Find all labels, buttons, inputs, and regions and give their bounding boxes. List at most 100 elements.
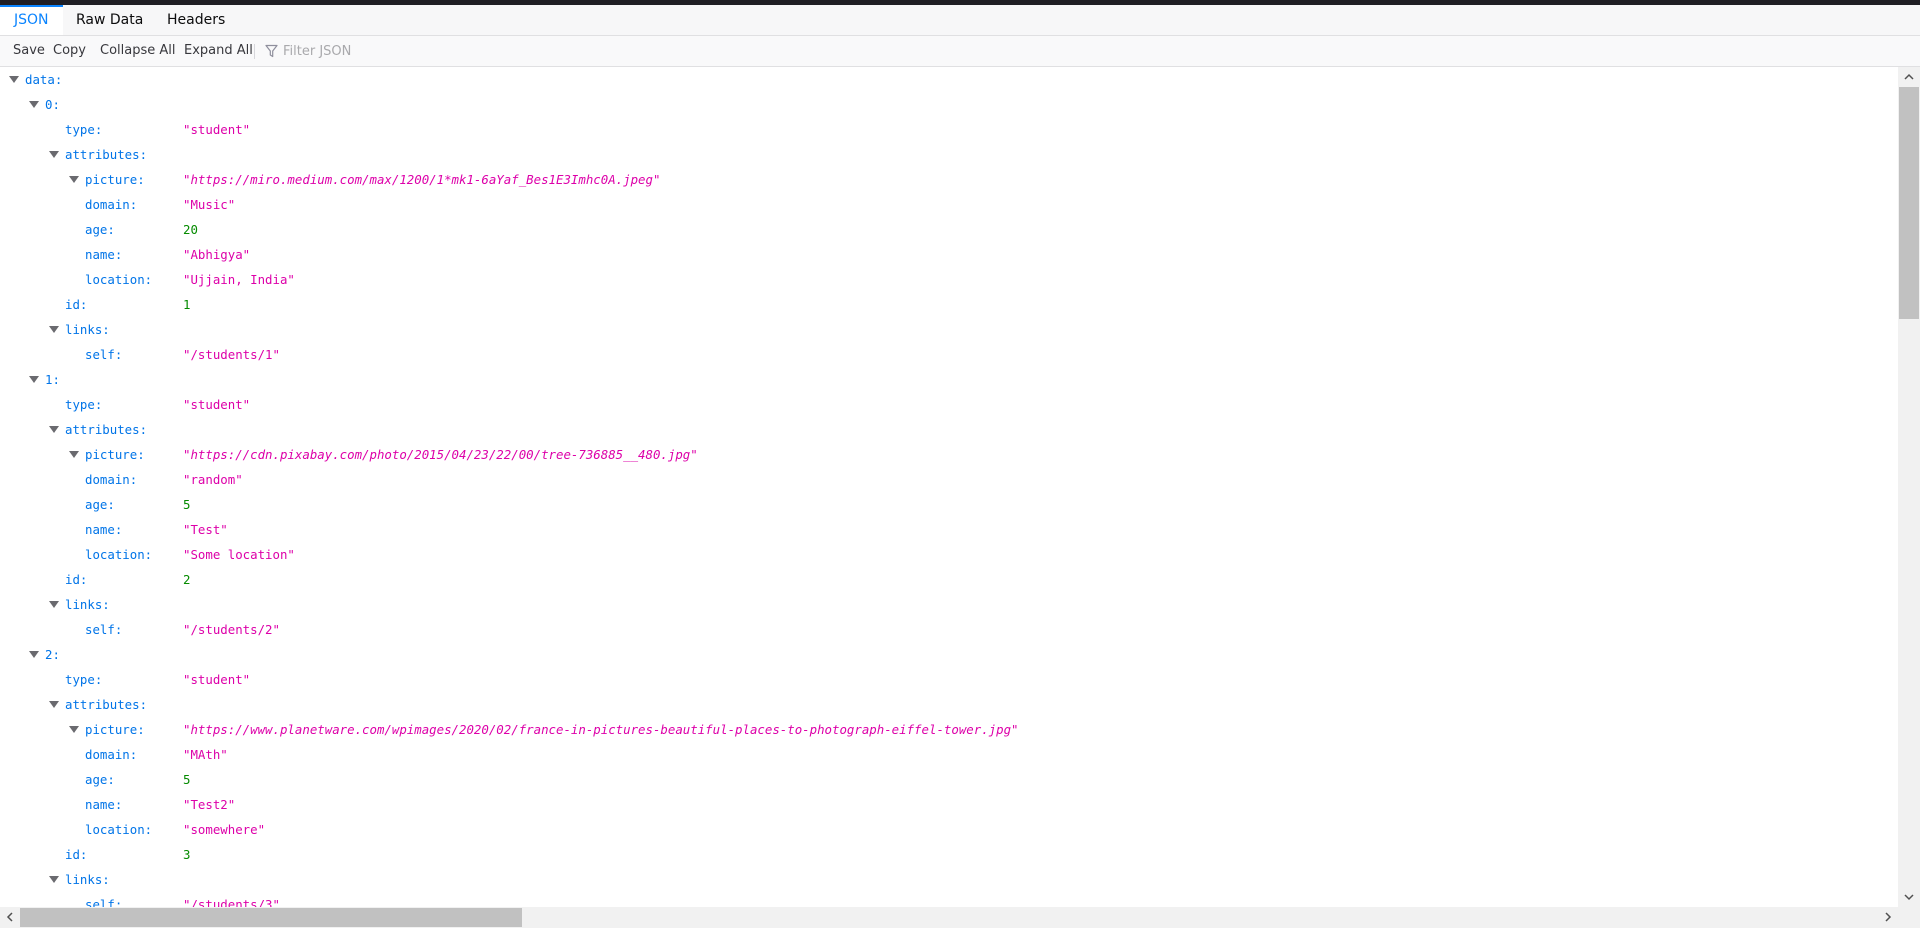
json-tree-row[interactable]: links: (0, 592, 1898, 617)
expand-toggle-icon[interactable] (49, 601, 59, 608)
vertical-scroll-thumb[interactable] (1899, 87, 1919, 319)
json-key: links: (65, 322, 110, 337)
json-key: name: (85, 522, 123, 537)
filter-json-box (265, 36, 665, 66)
expand-toggle-icon[interactable] (29, 376, 39, 383)
json-key: id: (65, 297, 88, 312)
json-tree-row: type: "student" (0, 117, 1898, 142)
json-tree-row: self: "/students/1" (0, 342, 1898, 367)
json-key: picture: (85, 722, 145, 737)
json-value: "/students/3" (183, 897, 280, 907)
json-tree-row[interactable]: picture: "https://www.planetware.com/wpim… (0, 717, 1898, 742)
json-tree-row: domain: "MAth" (0, 742, 1898, 767)
json-tree-row[interactable]: picture: "https://miro.medium.com/max/120… (0, 167, 1898, 192)
json-tree-row[interactable]: attributes: (0, 142, 1898, 167)
json-key: attributes: (65, 147, 148, 162)
json-key: attributes: (65, 422, 148, 437)
json-key: age: (85, 222, 115, 237)
json-tree-row: id: 3 (0, 842, 1898, 867)
json-tree-row: domain: "random" (0, 467, 1898, 492)
json-tree-row: location: "somewhere" (0, 817, 1898, 842)
json-key: type: (65, 397, 103, 412)
json-tree-row[interactable]: 0: (0, 92, 1898, 117)
vertical-scrollbar[interactable] (1898, 67, 1920, 907)
expand-toggle-icon[interactable] (69, 176, 79, 183)
expand-toggle-icon[interactable] (29, 101, 39, 108)
expand-toggle-icon[interactable] (49, 426, 59, 433)
json-key: location: (85, 272, 153, 287)
scroll-right-arrow-icon[interactable] (1882, 911, 1894, 923)
tab-json[interactable]: JSON (0, 5, 63, 35)
expand-toggle-icon[interactable] (49, 326, 59, 333)
json-tree-row: name: "Test2" (0, 792, 1898, 817)
json-tree-row: self: "/students/3" (0, 892, 1898, 907)
json-value: "Some location" (183, 547, 295, 562)
scrollbar-corner (1898, 907, 1920, 928)
toolbar-divider (254, 44, 255, 59)
save-button[interactable]: Save (13, 36, 45, 66)
horizontal-scroll-thumb[interactable] (20, 908, 522, 927)
expand-toggle-icon[interactable] (69, 451, 79, 458)
json-tree-row[interactable]: 1: (0, 367, 1898, 392)
json-value: "Music" (183, 197, 236, 212)
json-tree-row[interactable]: data: (0, 67, 1898, 92)
json-key: picture: (85, 172, 145, 187)
json-tree-row: name: "Test" (0, 517, 1898, 542)
json-tree-row[interactable]: picture: "https://cdn.pixabay.com/photo/2… (0, 442, 1898, 467)
json-value: 3 (183, 847, 191, 862)
json-key: domain: (85, 747, 138, 762)
json-value[interactable]: "https://cdn.pixabay.com/photo/2015/04/2… (183, 442, 698, 467)
tab-headers[interactable]: Headers (153, 5, 239, 35)
json-toolbar: Save Copy Collapse All Expand All (0, 36, 1920, 67)
json-tree-row[interactable]: links: (0, 867, 1898, 892)
json-tree-row: age: 20 (0, 217, 1898, 242)
json-tree-row: id: 1 (0, 292, 1898, 317)
json-value: "Ujjain, India" (183, 272, 295, 287)
json-value: "student" (183, 122, 251, 137)
expand-toggle-icon[interactable] (9, 76, 19, 83)
collapse-all-button[interactable]: Collapse All (100, 36, 176, 66)
json-tree-row: location: "Ujjain, India" (0, 267, 1898, 292)
expand-all-button[interactable]: Expand All (184, 36, 253, 66)
filter-json-input[interactable] (281, 41, 643, 61)
json-value: "Test" (183, 522, 228, 537)
json-value: "/students/1" (183, 347, 280, 362)
json-value: "Test2" (183, 797, 236, 812)
json-key: links: (65, 872, 110, 887)
json-key: links: (65, 597, 110, 612)
expand-toggle-icon[interactable] (49, 151, 59, 158)
json-tree-row[interactable]: 2: (0, 642, 1898, 667)
json-value: "MAth" (183, 747, 228, 762)
json-key: domain: (85, 472, 138, 487)
json-key: age: (85, 772, 115, 787)
json-tree-row[interactable]: links: (0, 317, 1898, 342)
viewer-tab-bar: JSON Raw Data Headers (0, 5, 1920, 36)
copy-button[interactable]: Copy (53, 36, 86, 66)
expand-toggle-icon[interactable] (69, 726, 79, 733)
scroll-down-arrow-icon[interactable] (1903, 891, 1915, 903)
json-key: type: (65, 672, 103, 687)
json-key: self: (85, 897, 123, 907)
json-value: "random" (183, 472, 243, 487)
json-tree: data: 0: type: "student" attributes: picture:… (0, 67, 1898, 907)
filter-icon (265, 44, 278, 58)
json-key: location: (85, 547, 153, 562)
json-tree-row: self: "/students/2" (0, 617, 1898, 642)
json-key: picture: (85, 447, 145, 462)
json-tree-row: id: 2 (0, 567, 1898, 592)
expand-toggle-icon[interactable] (49, 701, 59, 708)
json-value[interactable]: "https://miro.medium.com/max/1200/1*mk1-… (183, 167, 660, 192)
json-value[interactable]: "https://www.planetware.com/wpimages/202… (183, 717, 1019, 742)
expand-toggle-icon[interactable] (29, 651, 39, 658)
horizontal-scrollbar[interactable] (0, 907, 1898, 928)
tab-raw-data[interactable]: Raw Data (62, 5, 157, 35)
expand-toggle-icon[interactable] (49, 876, 59, 883)
scroll-left-arrow-icon[interactable] (4, 911, 16, 923)
json-key: self: (85, 347, 123, 362)
json-tree-row[interactable]: attributes: (0, 417, 1898, 442)
scroll-up-arrow-icon[interactable] (1903, 71, 1915, 83)
json-value: "student" (183, 397, 251, 412)
json-key: type: (65, 122, 103, 137)
json-tree-row: location: "Some location" (0, 542, 1898, 567)
json-tree-row[interactable]: attributes: (0, 692, 1898, 717)
